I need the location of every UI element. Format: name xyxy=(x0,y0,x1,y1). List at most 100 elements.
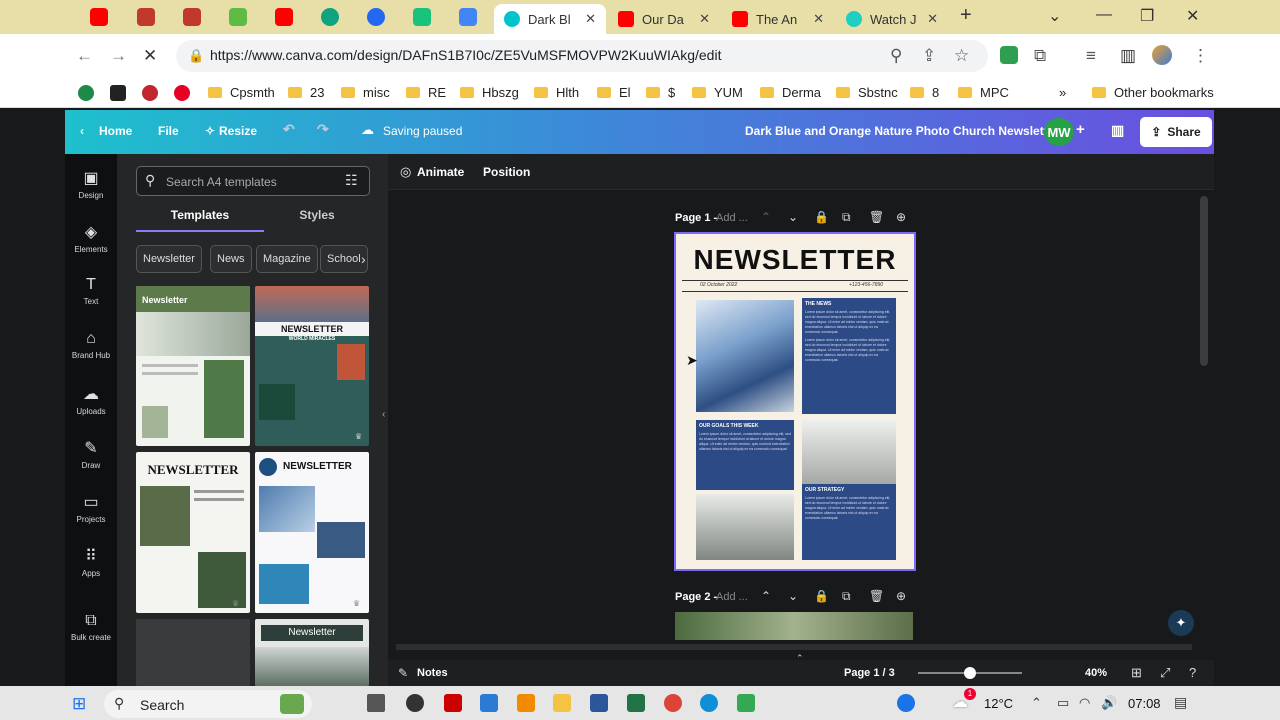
tab-canva[interactable]: Dark Bl ✕ xyxy=(494,4,606,34)
newsletter-date[interactable]: 02 October 2022 xyxy=(700,282,737,288)
template-search[interactable]: ⚲ Search A4 templates ☷ xyxy=(136,166,370,196)
bookmark-folder[interactable]: $ xyxy=(646,85,675,100)
windows-start-icon[interactable]: ⊞ xyxy=(72,694,86,714)
add-page-icon[interactable]: ⊕ xyxy=(896,589,906,603)
bookmark-folder[interactable]: 23 xyxy=(288,85,324,100)
bookmark-folder[interactable]: RE xyxy=(406,85,446,100)
canvas-area[interactable]: Page 1 - Add ... ⌃ ⌄ 🔒 ⧉ 🗑 ⊕ NEWSLETTER … xyxy=(388,190,1208,652)
temperature[interactable]: 12°C xyxy=(984,696,1013,711)
rail-bulk-create[interactable]: ⧉ Bulk create xyxy=(65,612,117,642)
volume-icon[interactable]: 🔊 xyxy=(1101,695,1117,711)
tab-watch[interactable]: Watch J ✕ xyxy=(836,4,948,34)
vertical-scrollbar[interactable] xyxy=(1200,196,1208,366)
office-team-photo[interactable] xyxy=(802,420,896,484)
back-chevron-icon[interactable]: ‹ xyxy=(80,124,84,138)
template-card[interactable]: NEWSLETTER ♛ xyxy=(136,452,250,613)
bookmark-folder[interactable]: Hbszg xyxy=(460,85,519,100)
show-pages-icon[interactable]: ⌃ xyxy=(796,653,810,663)
vlc-icon[interactable] xyxy=(517,694,535,712)
google-drive-icon[interactable] xyxy=(737,694,755,712)
chip-magazine[interactable]: Magazine xyxy=(256,245,318,273)
newsletter-phone[interactable]: +123-456-7890 xyxy=(849,282,883,288)
word-icon[interactable] xyxy=(590,694,608,712)
bookmark-site-icon[interactable] xyxy=(142,85,158,101)
lock-icon[interactable]: 🔒 xyxy=(188,48,204,64)
page-1-title-input[interactable]: Add ... xyxy=(716,212,748,224)
bookmark-folder[interactable]: misc xyxy=(341,85,390,100)
meeting-photo[interactable] xyxy=(696,494,794,560)
bookmark-site-icon[interactable] xyxy=(110,85,126,101)
file-menu-button[interactable]: File xyxy=(158,124,179,138)
delete-icon[interactable]: 🗑 xyxy=(869,589,884,603)
bookmark-site-icon[interactable] xyxy=(78,85,94,101)
magic-assist-icon[interactable]: ✦ xyxy=(1168,610,1194,636)
close-window-icon[interactable]: ✕ xyxy=(1186,6,1199,26)
home-button[interactable]: Home xyxy=(99,124,132,138)
invite-plus-icon[interactable]: + xyxy=(1076,121,1085,138)
tab-youtube-1[interactable]: Our Da ✕ xyxy=(608,4,720,34)
rail-elements[interactable]: ◈ Elements xyxy=(65,222,117,254)
share-button[interactable]: ⇪ Share xyxy=(1140,117,1212,147)
menu-icon[interactable]: ⋮ xyxy=(1192,46,1209,66)
new-tab-icon[interactable]: + xyxy=(960,4,972,27)
maximize-icon[interactable]: ❐ xyxy=(1140,6,1154,26)
delete-icon[interactable]: 🗑 xyxy=(869,210,884,224)
duplicate-icon[interactable]: ⧉ xyxy=(842,589,851,604)
tray-chevron-icon[interactable]: ⌃ xyxy=(1031,695,1042,711)
youtube-icon[interactable] xyxy=(275,8,293,26)
tab-styles[interactable]: Styles xyxy=(267,208,367,222)
excel-icon[interactable] xyxy=(627,694,645,712)
tab-youtube-2[interactable]: The An ✕ xyxy=(722,4,834,34)
close-tab-icon[interactable]: ✕ xyxy=(585,11,596,27)
page-1-canvas[interactable]: NEWSLETTER 02 October 2022 +123-456-7890… xyxy=(674,232,916,571)
lock-icon[interactable]: 🔒 xyxy=(814,589,829,603)
undo-icon[interactable]: ↶ xyxy=(283,121,295,138)
extensions-puzzle-icon[interactable]: ⧉ xyxy=(1034,46,1046,66)
fullscreen-icon[interactable]: ⤢ xyxy=(1160,665,1170,681)
strategy-box[interactable]: OUR STRATEGY Lorem ipsum dolor sit amet,… xyxy=(802,484,896,560)
rail-uploads[interactable]: ☁ Uploads xyxy=(65,384,117,416)
pinned-tab-icon[interactable] xyxy=(137,8,155,26)
notes-button[interactable]: Notes xyxy=(417,667,448,679)
adobe-acrobat-icon[interactable] xyxy=(444,694,462,712)
tab-search-icon[interactable]: ⌄ xyxy=(1048,6,1061,26)
horizontal-scrollbar[interactable] xyxy=(396,644,1192,650)
help-icon[interactable]: ? xyxy=(1189,665,1196,680)
battery-icon[interactable]: ▭ xyxy=(1057,695,1069,711)
grid-view-icon[interactable]: ⊞ xyxy=(1131,665,1142,681)
template-card[interactable] xyxy=(136,619,250,686)
pinterest-icon[interactable] xyxy=(174,85,190,101)
edge-icon[interactable] xyxy=(700,694,718,712)
media-control-icon[interactable]: ≡ xyxy=(1086,46,1096,66)
rail-draw[interactable]: ✎ Draw xyxy=(65,438,117,470)
zoom-slider[interactable] xyxy=(918,667,1022,679)
youtube-icon[interactable] xyxy=(90,8,108,26)
search-input[interactable]: Search A4 templates xyxy=(166,175,277,189)
design-title[interactable]: Dark Blue and Orange Nature Photo Church… xyxy=(745,124,1059,138)
page-2-canvas[interactable] xyxy=(675,612,913,640)
extension-icon[interactable] xyxy=(1000,46,1018,64)
position-button[interactable]: Position xyxy=(483,165,530,179)
template-card[interactable]: NEWSLETTER ♛ xyxy=(255,452,369,613)
newsletter-title[interactable]: NEWSLETTER xyxy=(676,244,914,276)
pinned-tab-icon[interactable] xyxy=(367,8,385,26)
minimize-icon[interactable]: — xyxy=(1096,6,1112,24)
page-up-icon[interactable]: ⌃ xyxy=(761,210,771,224)
page-up-icon[interactable]: ⌃ xyxy=(761,589,771,603)
close-tab-icon[interactable]: ✕ xyxy=(813,11,824,27)
add-page-icon[interactable]: ⊕ xyxy=(896,210,906,224)
share-page-icon[interactable]: ⇪ xyxy=(922,46,936,66)
bookmark-folder[interactable]: El xyxy=(597,85,631,100)
task-view-icon[interactable] xyxy=(367,694,385,712)
rail-text[interactable]: T Text xyxy=(65,276,117,306)
template-card[interactable]: Newsletter xyxy=(136,286,250,446)
help-app-icon[interactable] xyxy=(897,694,915,712)
redo-icon[interactable]: ↷ xyxy=(317,121,329,138)
rail-apps[interactable]: ⠿ Apps xyxy=(65,546,117,578)
chrome-icon[interactable] xyxy=(664,694,682,712)
bookmark-folder[interactable]: Cpsmth xyxy=(208,85,275,100)
clock[interactable]: 07:08 xyxy=(1128,696,1161,711)
bookmark-folder[interactable]: Sbstnc xyxy=(836,85,898,100)
bookmark-folder[interactable]: 8 xyxy=(910,85,939,100)
zoom-slider-thumb[interactable] xyxy=(964,667,976,679)
